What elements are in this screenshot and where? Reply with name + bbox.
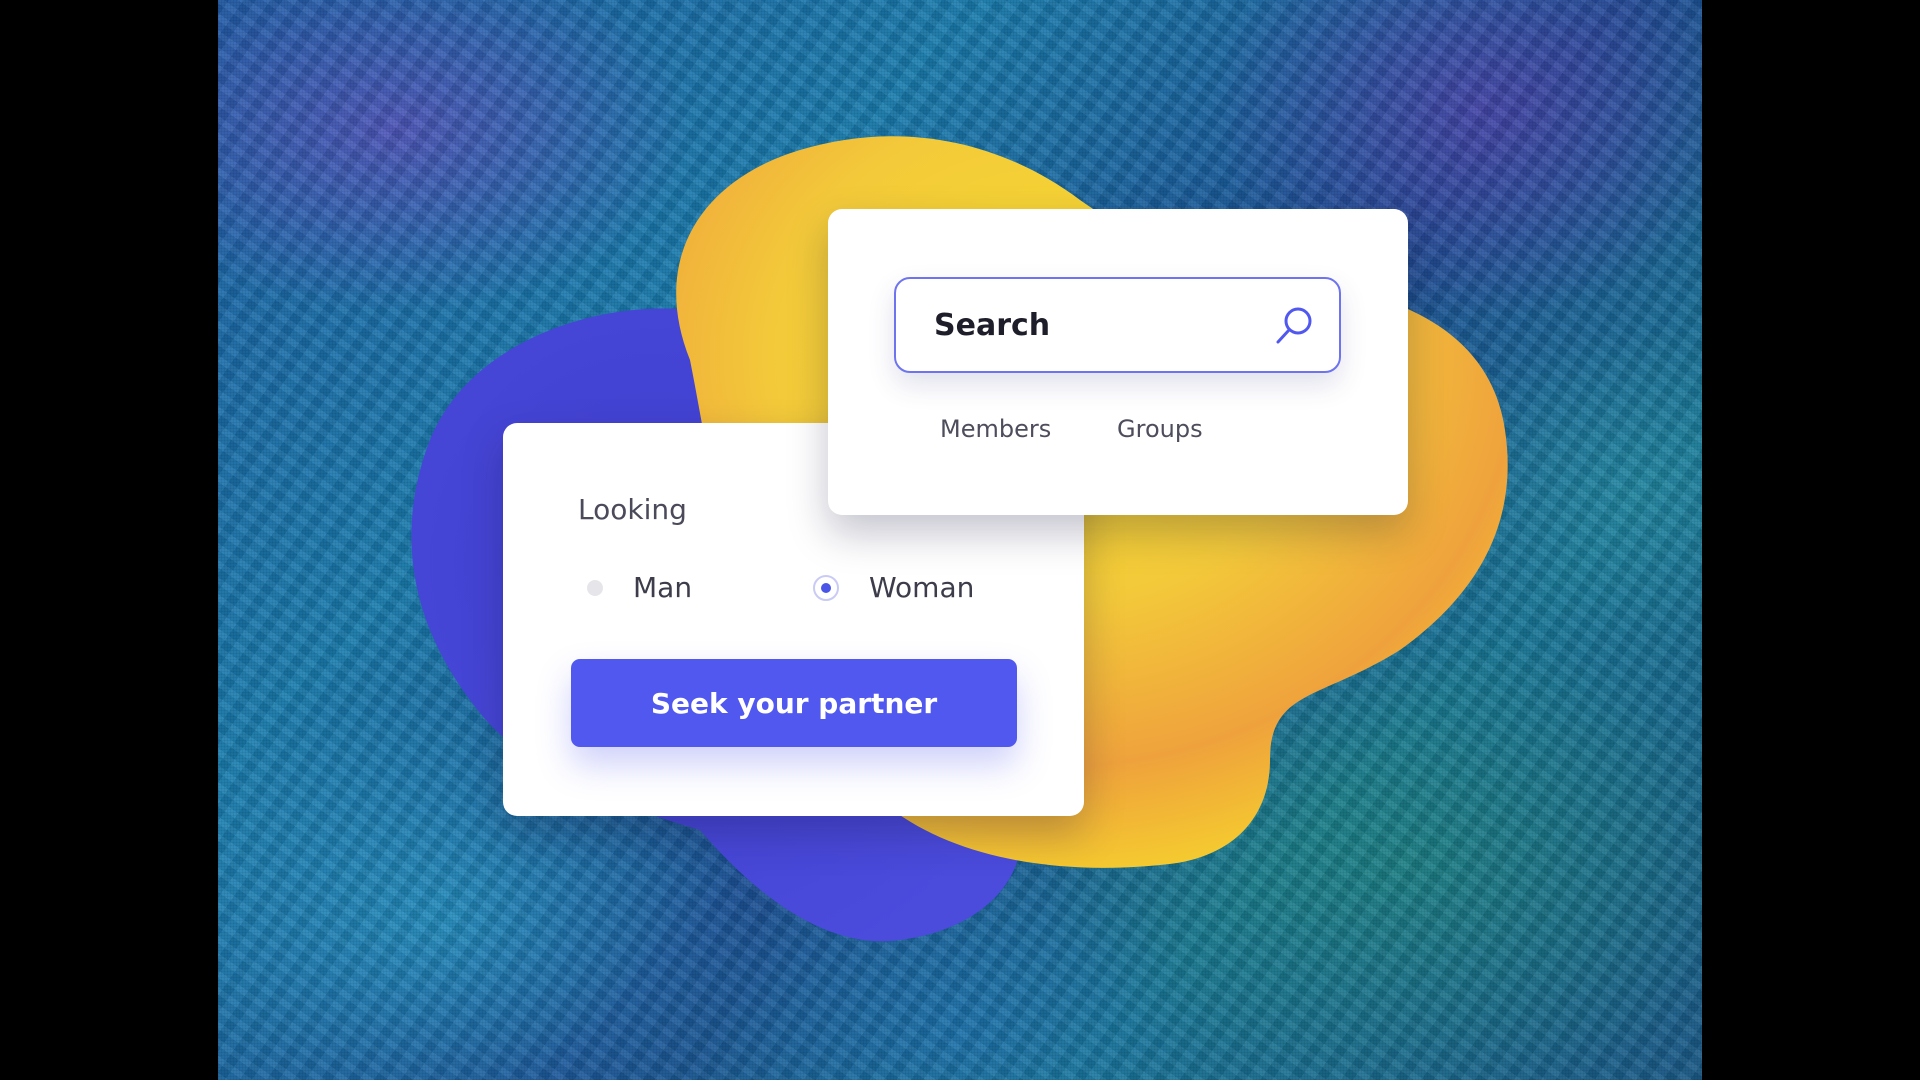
seek-partner-button[interactable]: Seek your partner bbox=[571, 659, 1017, 747]
looking-title: Looking bbox=[578, 493, 687, 526]
radio-unselected-icon[interactable] bbox=[587, 579, 603, 596]
radio-selected-dot bbox=[821, 582, 831, 593]
search-card: Members Groups bbox=[828, 209, 1408, 515]
search-icon[interactable] bbox=[1271, 303, 1317, 349]
radio-label-woman: Woman bbox=[869, 571, 975, 604]
tab-members[interactable]: Members bbox=[940, 415, 1051, 443]
tab-groups[interactable]: Groups bbox=[1117, 415, 1203, 443]
radio-option-man[interactable]: Man bbox=[587, 571, 692, 604]
radio-selected-icon[interactable] bbox=[813, 574, 839, 601]
search-box[interactable] bbox=[894, 277, 1341, 373]
radio-label-man: Man bbox=[633, 571, 693, 604]
search-input[interactable] bbox=[934, 279, 1264, 371]
radio-option-woman[interactable]: Woman bbox=[813, 571, 975, 604]
stage: Looking Man Woman Seek your partner Memb… bbox=[0, 0, 1920, 1080]
